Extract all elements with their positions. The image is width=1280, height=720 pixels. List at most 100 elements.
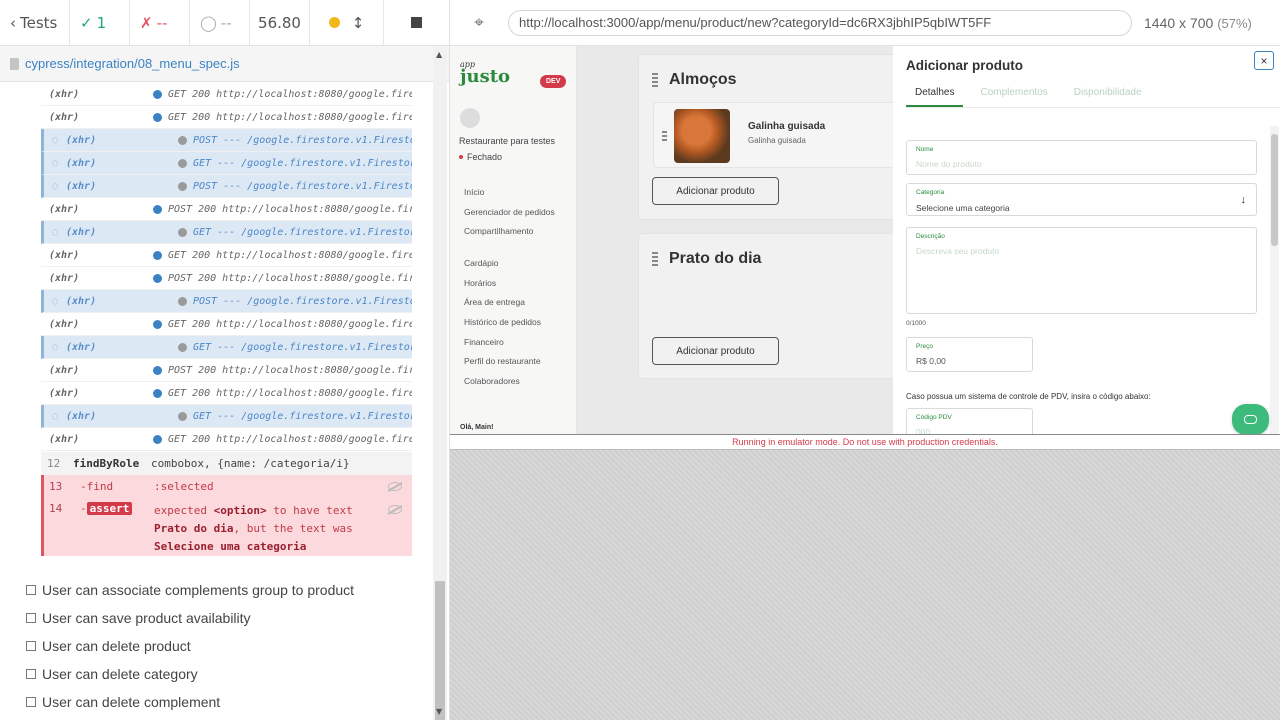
command-row-xhr[interactable]: (xhr) POST 200 http://localhost:8080/goog… — [41, 359, 412, 382]
scroll-down-icon[interactable]: ▼ — [436, 707, 442, 716]
test-item[interactable]: User can delete category — [26, 660, 354, 688]
drag-handle-icon[interactable] — [652, 73, 658, 87]
tab-detalhes[interactable]: Detalhes — [906, 84, 964, 107]
command-row-xhr[interactable]: (xhr) GET 200 http://localhost:8080/googl… — [41, 382, 412, 405]
command-row-xhr[interactable]: ◌ (xhr) POST --- /google.firestore.v1.Fire… — [41, 175, 412, 198]
viewport-zoom: (57%) — [1217, 15, 1252, 31]
command-number: 14 — [49, 502, 63, 515]
chat-icon — [1244, 415, 1257, 424]
sidebar-item-perfil[interactable]: Perfil do restaurante — [464, 352, 555, 372]
passed-value: 1 — [96, 13, 107, 32]
scroll-up-icon[interactable]: ▲ — [436, 50, 442, 59]
failed-count[interactable]: ✗ -- — [130, 0, 190, 46]
command-message: GET 200 http://localhost:8080/google.fir… — [168, 249, 412, 261]
logo-small: app — [460, 60, 476, 69]
spinner-icon: ◌ — [51, 180, 59, 192]
spec-file-name[interactable]: cypress/integration/08_menu_spec.js — [25, 56, 240, 71]
stop-button[interactable] — [384, 0, 449, 46]
command-name: (xhr) — [66, 295, 97, 307]
command-row-find[interactable]: 13 -find :selected — [41, 475, 412, 498]
pdv-note: Caso possua um sistema de controle de PD… — [906, 392, 1151, 401]
command-row-xhr[interactable]: (xhr) GET 200 http://localhost:8080/googl… — [41, 244, 412, 267]
command-message: GET --- /google.firestore.v1.Firestore/L… — [193, 410, 412, 422]
add-product-button[interactable]: Adicionar produto — [652, 337, 779, 365]
command-row-xhr[interactable]: ◌ (xhr) GET --- /google.firestore.v1.Fires… — [41, 221, 412, 244]
command-message: GET --- /google.firestore.v1.Firestore/L… — [193, 341, 412, 353]
command-name: (xhr) — [49, 387, 80, 399]
arrow-down-icon: ↓ — [1240, 194, 1247, 206]
command-row-xhr[interactable]: ◌ (xhr) GET --- /google.firestore.v1.Fires… — [41, 405, 412, 428]
sidebar-item-colaboradores[interactable]: Colaboradores — [464, 371, 555, 391]
tab-complementos[interactable]: Complementos — [971, 84, 1056, 107]
checkbox-icon — [26, 697, 36, 707]
category-select[interactable]: Categoria Selecione uma categoria ↓ — [906, 183, 1257, 216]
command-row-findbyrole[interactable]: 12 findByRole combobox, {name: /categori… — [41, 452, 412, 475]
sidebar-item-inicio[interactable]: Início — [464, 182, 555, 202]
test-item[interactable]: User can save product availability — [26, 604, 354, 632]
sidebar-item-historico[interactable]: Histórico de pedidos — [464, 312, 555, 332]
test-item[interactable]: User can delete product — [26, 632, 354, 660]
tests-back-button[interactable]: ‹ Tests — [0, 0, 70, 46]
add-product-button[interactable]: Adicionar produto — [652, 177, 779, 205]
sidebar-item-cardapio[interactable]: Cardápio — [464, 253, 555, 273]
scrollbar-thumb[interactable] — [435, 581, 445, 720]
auto-scroll-icon[interactable]: ↕ — [352, 14, 365, 32]
eye-slash-icon[interactable] — [388, 505, 402, 514]
price-field[interactable]: Preço R$ 0,00 — [906, 337, 1033, 372]
command-message: POST 200 http://localhost:8080/google.fi… — [168, 272, 412, 284]
sidebar-item-compartilhamento[interactable]: Compartilhamento — [464, 221, 555, 241]
drag-handle-icon[interactable] — [662, 131, 667, 143]
command-message: POST 200 http://localhost:8080/google.fi… — [168, 203, 412, 215]
close-button[interactable]: × — [1254, 51, 1274, 70]
test-item[interactable]: User can delete complement — [26, 688, 354, 716]
pending-value: -- — [220, 13, 232, 32]
sidebar-item-pedidos[interactable]: Gerenciador de pedidos — [464, 202, 555, 222]
drag-handle-icon[interactable] — [652, 252, 658, 266]
passed-count[interactable]: ✓ 1 — [70, 0, 130, 46]
name-field[interactable]: Nome Nome do produto — [906, 140, 1257, 175]
command-row-xhr[interactable]: (xhr) GET 200 http://localhost:8080/googl… — [41, 313, 412, 336]
reporter-scrollbar[interactable]: ▲ ▼ — [433, 46, 447, 720]
command-dash: - — [80, 502, 87, 515]
status-dot-icon — [153, 273, 162, 283]
sidebar-item-financeiro[interactable]: Financeiro — [464, 332, 555, 352]
command-row-xhr[interactable]: ◌ (xhr) POST --- /google.firestore.v1.Fire… — [41, 290, 412, 313]
viewport-info[interactable]: 1440 x 700 (57%) — [1144, 15, 1252, 31]
sidebar-item-horarios[interactable]: Horários — [464, 273, 555, 293]
stop-icon — [411, 17, 422, 28]
description-field[interactable]: Descrição Descreva seu produto — [906, 227, 1257, 314]
command-row-xhr[interactable]: ◌ (xhr) GET --- /google.firestore.v1.Fires… — [41, 336, 412, 359]
drawer-scrollbar[interactable] — [1270, 126, 1279, 434]
spec-file-bar[interactable]: cypress/integration/08_menu_spec.js — [0, 46, 449, 82]
command-name: (xhr) — [49, 272, 80, 284]
run-controls: ↕ — [310, 0, 384, 46]
status-dot-icon — [153, 89, 162, 99]
selector-playground-icon[interactable]: ⌖ — [450, 13, 508, 33]
command-name: (xhr) — [66, 157, 97, 169]
pending-count[interactable]: ◯ -- — [190, 0, 250, 46]
command-message: :selected — [154, 480, 214, 493]
pdv-code-field[interactable]: Código PDV 000 — [906, 408, 1033, 434]
reporter-header: ‹ Tests ✓ 1 ✗ -- ◯ -- 56.80 ↕ — [0, 0, 449, 46]
tab-disponibilidade[interactable]: Disponibilidade — [1065, 84, 1151, 107]
scrollbar-thumb[interactable] — [1271, 134, 1278, 246]
test-title: User can delete product — [42, 638, 191, 654]
url-field[interactable]: http://localhost:3000/app/menu/product/n… — [508, 9, 1132, 36]
chat-button[interactable] — [1232, 404, 1269, 434]
command-row-xhr[interactable]: (xhr) GET 200 http://localhost:8080/googl… — [41, 428, 412, 451]
command-row-xhr[interactable]: ◌ (xhr) POST --- /google.firestore.v1.Fire… — [41, 129, 412, 152]
test-item[interactable]: User can associate complements group to … — [26, 576, 354, 604]
command-row-xhr[interactable]: (xhr) GET 200 http://localhost:8080/googl… — [41, 83, 412, 106]
command-name: -find — [80, 480, 114, 493]
sidebar-item-area-entrega[interactable]: Área de entrega — [464, 292, 555, 312]
command-name: (xhr) — [66, 180, 97, 192]
category-title: Prato do dia — [669, 250, 762, 267]
command-row-xhr[interactable]: (xhr) POST 200 http://localhost:8080/goog… — [41, 267, 412, 290]
command-row-assert[interactable]: 14 - assert expected <option> to have tex… — [41, 498, 412, 556]
eye-slash-icon[interactable] — [388, 482, 402, 491]
user-greeting[interactable]: Olá, Main! — [460, 424, 493, 431]
command-row-xhr[interactable]: ◌ (xhr) GET --- /google.firestore.v1.Fires… — [41, 152, 412, 175]
command-row-xhr[interactable]: (xhr) POST 200 http://localhost:8080/goog… — [41, 198, 412, 221]
status-dot-icon — [178, 342, 187, 352]
command-row-xhr[interactable]: (xhr) GET 200 http://localhost:8080/googl… — [41, 106, 412, 129]
